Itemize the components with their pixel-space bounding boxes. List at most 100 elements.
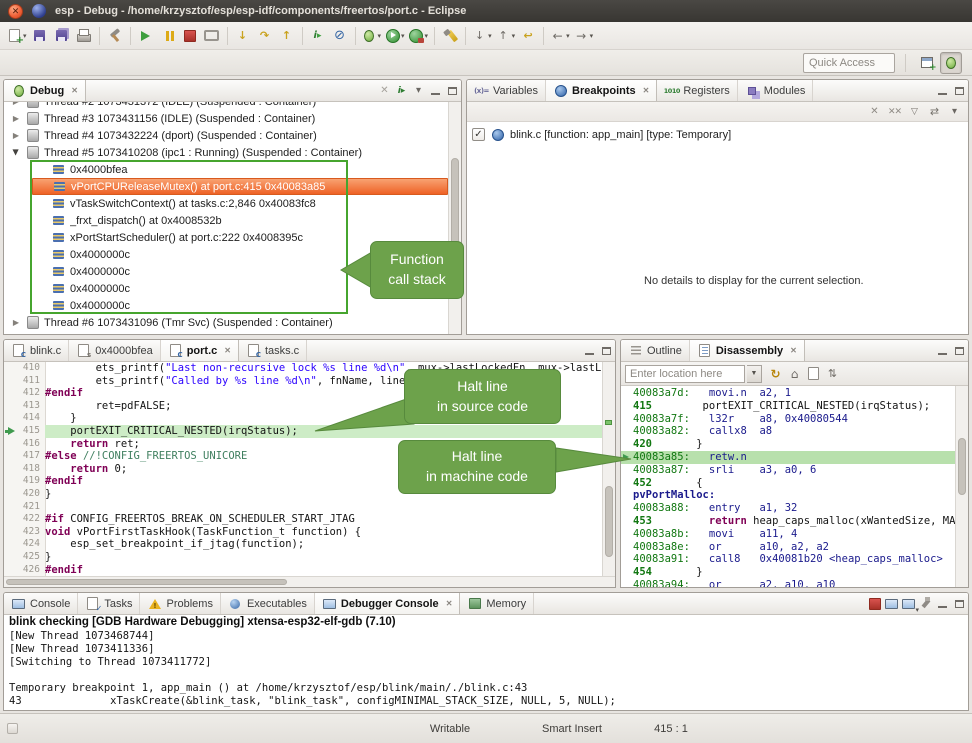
- last-edit-button[interactable]: [517, 25, 539, 47]
- terminate-button[interactable]: [179, 25, 201, 47]
- line-marker[interactable]: [4, 375, 17, 388]
- editor-line[interactable]: 417#else //!CONFIG_FREERTOS_UNICORE: [4, 450, 602, 463]
- debug-perspective-button[interactable]: [940, 52, 962, 74]
- tab-executables[interactable]: Executables: [221, 593, 315, 614]
- disassembly-line[interactable]: 40083a7d: movi.n a2, 1: [621, 387, 955, 400]
- prev-annotation-button[interactable]: ▾: [494, 25, 518, 47]
- view-maximize-button[interactable]: [444, 80, 461, 101]
- editor-line[interactable]: 422#if CONFIG_FREERTOS_BREAK_ON_SCHEDULE…: [4, 513, 602, 526]
- view-display-console-button[interactable]: [883, 593, 900, 614]
- show-for-button[interactable]: [906, 104, 923, 119]
- view-minimize-button[interactable]: [581, 340, 598, 361]
- dropdown-arrow-icon[interactable]: ▾: [512, 32, 516, 40]
- line-marker[interactable]: [4, 387, 17, 400]
- tab-debug[interactable]: Debug✕: [4, 80, 86, 101]
- editor-line[interactable]: 410 ets_printf("Last non-recursive lock …: [4, 362, 602, 375]
- view-minimize-button[interactable]: [934, 593, 951, 614]
- location-input[interactable]: [625, 365, 745, 383]
- suspend-button[interactable]: [157, 25, 179, 47]
- view-menu-button[interactable]: ▾: [946, 106, 963, 117]
- back-button[interactable]: ▾: [548, 25, 572, 47]
- disassembly-line[interactable]: 420 }: [621, 438, 955, 451]
- debug-stack-frame-row[interactable]: vTaskSwitchContext() at tasks.c:2,846 0x…: [4, 195, 448, 212]
- run-button[interactable]: ▾: [383, 25, 407, 47]
- debug-stack-frame-row[interactable]: 0x4000000c: [4, 297, 448, 314]
- save-all-button[interactable]: [51, 25, 73, 47]
- tab-registers[interactable]: Registers: [657, 80, 737, 101]
- refresh-button[interactable]: [767, 366, 784, 381]
- tab-problems[interactable]: Problems: [140, 593, 220, 614]
- remove-button[interactable]: [866, 104, 883, 119]
- line-marker[interactable]: [4, 501, 17, 514]
- disconnect-button[interactable]: [201, 25, 223, 47]
- expander-icon[interactable]: ▶: [11, 114, 21, 123]
- editor-line[interactable]: 411 ets_printf("Called by %s line %d\n",…: [4, 375, 602, 388]
- view-pin-console-button[interactable]: [917, 593, 934, 614]
- tab-debugger-console[interactable]: Debugger Console✕: [315, 593, 461, 614]
- next-annotation-button[interactable]: ▾: [470, 25, 494, 47]
- disassembly-line[interactable]: 452 {: [621, 477, 955, 490]
- editor-line[interactable]: 421: [4, 501, 602, 514]
- disassembly-line[interactable]: 40083a87: srli a3, a0, 6: [621, 464, 955, 477]
- view-minimize-button[interactable]: [934, 80, 951, 101]
- remove-all-button[interactable]: [886, 104, 903, 119]
- tab-close-icon[interactable]: ✕: [446, 599, 453, 608]
- tab-port-c[interactable]: port.c✕: [161, 340, 239, 361]
- dropdown-arrow-icon[interactable]: ▾: [425, 32, 429, 40]
- instruction-stepping-button[interactable]: [307, 25, 329, 47]
- build-button[interactable]: [104, 25, 126, 47]
- line-marker[interactable]: [4, 526, 17, 539]
- disassembly-line[interactable]: 40083a82: callx8 a8: [621, 425, 955, 438]
- tab-close-icon[interactable]: ✕: [71, 86, 78, 95]
- step-return-button[interactable]: [276, 25, 298, 47]
- open-perspective-button[interactable]: [916, 52, 938, 74]
- editor-line[interactable]: 419#endif: [4, 475, 602, 488]
- view-maximize-button[interactable]: [951, 340, 968, 361]
- debug-scrollbar[interactable]: [448, 102, 461, 334]
- quick-access-input[interactable]: [803, 53, 895, 73]
- tab-outline[interactable]: Outline: [621, 340, 690, 361]
- tab-console[interactable]: Console: [4, 593, 78, 614]
- editor-line[interactable]: 418 return 0;: [4, 463, 602, 476]
- dropdown-arrow-icon[interactable]: ▾: [590, 32, 594, 40]
- tab-memory[interactable]: Memory: [460, 593, 534, 614]
- overview-ruler-mark[interactable]: [605, 420, 612, 425]
- resume-button[interactable]: [135, 25, 157, 47]
- disassembly-line[interactable]: 415 portEXIT_CRITICAL_NESTED(irqStatus);: [621, 400, 955, 413]
- tab-0x4000bfea[interactable]: 0x4000bfea: [69, 340, 161, 361]
- line-marker[interactable]: [4, 475, 17, 488]
- view-minimize-button[interactable]: [427, 80, 444, 101]
- dropdown-arrow-icon[interactable]: ▾: [401, 32, 405, 40]
- location-dropdown-button[interactable]: ▼: [747, 365, 762, 383]
- debug-stack-frame-row[interactable]: 0x4000000c: [4, 263, 448, 280]
- debug-thread-row[interactable]: ▶Thread #4 1073432224 (dport) (Suspended…: [4, 127, 448, 144]
- tab-close-icon[interactable]: ✕: [643, 86, 650, 95]
- search-button[interactable]: [439, 25, 461, 47]
- dropdown-arrow-icon[interactable]: ▾: [488, 32, 492, 40]
- editor-line[interactable]: 423void vPortFirstTaskHook(TaskFunction_…: [4, 526, 602, 539]
- disassembly-scrollbar[interactable]: [955, 386, 968, 587]
- view-remove-terminated-button[interactable]: [376, 80, 393, 101]
- editor-line[interactable]: 412#endif: [4, 387, 602, 400]
- tab-tasks-c[interactable]: tasks.c: [239, 340, 307, 361]
- window-close-button[interactable]: ✕: [8, 4, 23, 19]
- expander-icon[interactable]: ▶: [11, 131, 21, 140]
- line-marker[interactable]: [4, 412, 17, 425]
- debug-stack-frame-row[interactable]: 0x4000000c: [4, 246, 448, 263]
- dropdown-arrow-icon[interactable]: ▾: [566, 32, 570, 40]
- debug-stack-frame-row[interactable]: 0x4000000c: [4, 280, 448, 297]
- editor-line[interactable]: 424 esp_set_breakpoint_if_jtag(function)…: [4, 538, 602, 551]
- disassembly-line[interactable]: 40083a7f: l32r a8, 0x40080544: [621, 413, 955, 426]
- tab-close-icon[interactable]: ✕: [790, 346, 797, 355]
- editor-line[interactable]: 426#endif: [4, 564, 602, 577]
- disassembly-line[interactable]: 40083a91: call8 0x40081b20 <heap_caps_ma…: [621, 553, 955, 566]
- breakpoint-checkbox[interactable]: ✓: [472, 128, 485, 141]
- debug-call-stack-tree[interactable]: ▶Thread #2 1073431372 (IDLE) (Suspended …: [4, 102, 448, 334]
- tab-tasks[interactable]: Tasks: [78, 593, 140, 614]
- debug-thread-row[interactable]: ▶Thread #6 1073431096 (Tmr Svc) (Suspend…: [4, 314, 448, 331]
- line-marker[interactable]: [4, 564, 17, 577]
- disassembly-line[interactable]: 40083a94: or a2, a10, a10: [621, 579, 955, 587]
- debug-stack-frame-row[interactable]: _frxt_dispatch() at 0x4008532b: [4, 212, 448, 229]
- step-over-button[interactable]: [254, 25, 276, 47]
- line-marker[interactable]: [4, 538, 17, 551]
